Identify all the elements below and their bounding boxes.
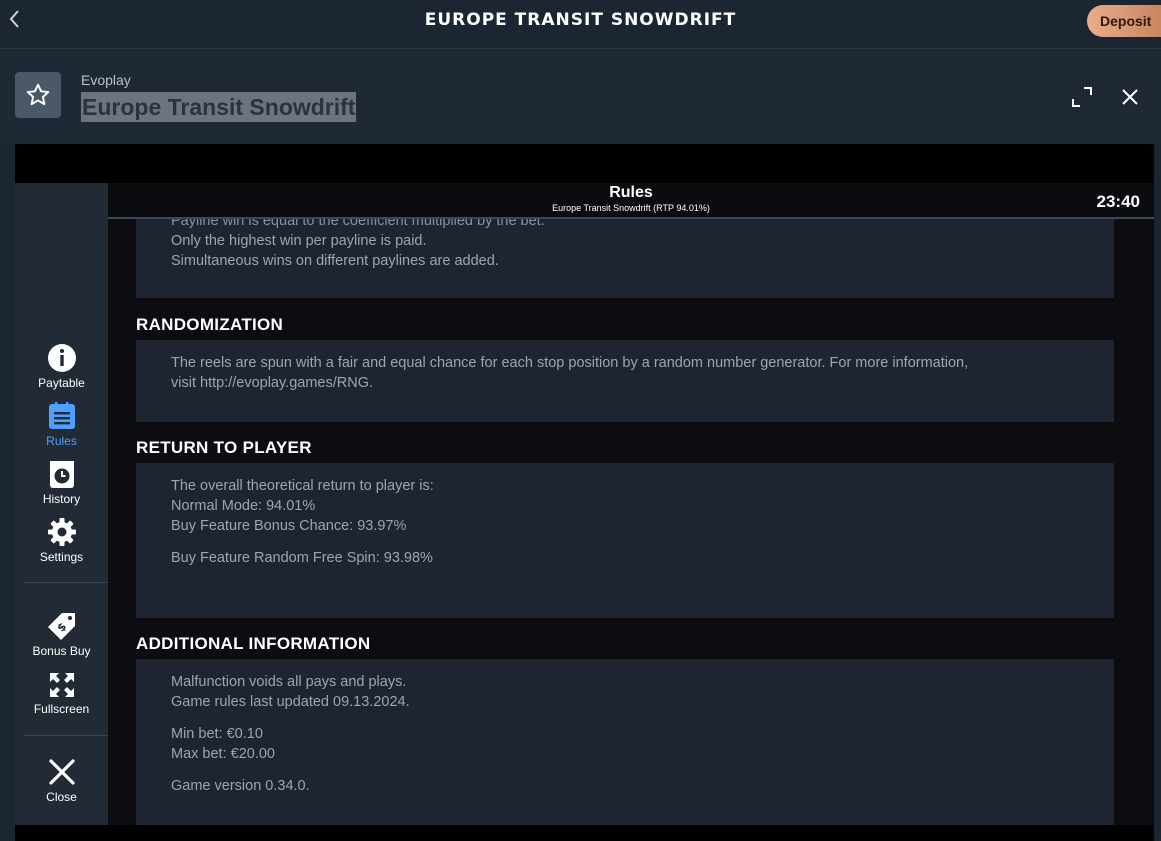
expand-icon: [1072, 87, 1092, 107]
history-icon: [49, 461, 74, 488]
rules-subtitle: Europe Transit Snowdrift (RTP 94.01%): [552, 203, 710, 213]
sidebar-item-paytable[interactable]: Paytable: [15, 343, 108, 390]
game-header: Evoplay Europe Transit Snowdrift: [0, 49, 1161, 144]
sidebar-divider: [23, 582, 108, 583]
sidebar-item-close[interactable]: Close: [15, 757, 108, 804]
sidebar-item-label: Fullscreen: [33, 702, 90, 716]
sidebar-item-label: Bonus Buy: [32, 644, 91, 658]
clock: 23:40: [1096, 192, 1140, 211]
sidebar-item-fullscreen[interactable]: Fullscreen: [15, 671, 108, 716]
rule-line: Game rules last updated 09.13.2024.: [171, 694, 410, 710]
expand-button[interactable]: [1070, 85, 1094, 109]
sidebar-item-label: Close: [46, 790, 77, 804]
sidebar-item-rules[interactable]: Rules: [15, 401, 108, 448]
rule-line: Buy Feature Random Free Spin: 93.98%: [171, 550, 433, 566]
rules-content[interactable]: Payline win is equal to the coefficient …: [108, 219, 1154, 825]
sidebar-divider: [23, 735, 108, 736]
close-game-button[interactable]: [1118, 85, 1142, 109]
game-name: Europe Transit Snowdrift: [81, 92, 357, 122]
additional-box: Malfunction voids all pays and plays. Ga…: [136, 659, 1114, 825]
rule-line: The reels are spun with a fair and equal…: [171, 355, 969, 371]
sidebar-item-label: History: [42, 492, 81, 506]
favorite-button[interactable]: [15, 72, 61, 118]
sidebar-item-settings[interactable]: Settings: [15, 517, 108, 564]
rule-line: Payline win is equal to the coefficient …: [171, 219, 545, 229]
game-provider: Evoplay: [81, 72, 131, 88]
rule-line: Simultaneous wins on different paylines …: [171, 253, 499, 269]
rule-line: Normal Mode: 94.01%: [171, 498, 316, 514]
sidebar-item-label: Settings: [39, 550, 84, 564]
info-icon: [47, 344, 76, 372]
sidebar-item-bonus-buy[interactable]: $ Bonus Buy: [15, 611, 108, 658]
rules-header: Rules Europe Transit Snowdrift (RTP 94.0…: [108, 183, 1154, 219]
rule-line: The overall theoretical return to player…: [171, 478, 434, 494]
sidebar-item-label: Paytable: [38, 376, 85, 390]
sidebar-item-history[interactable]: History: [15, 459, 108, 506]
rule-line: visit http://evoplay.games/RNG.: [171, 375, 374, 391]
game-sidebar: Paytable Rules History Settings $ Bonus …: [15, 183, 108, 825]
section-heading-additional: ADDITIONAL INFORMATION: [136, 634, 371, 653]
rule-line: Malfunction voids all pays and plays.: [171, 674, 407, 690]
paylines-box: Payline win is equal to the coefficient …: [136, 219, 1114, 298]
section-heading-rtp: RETURN TO PLAYER: [136, 438, 312, 457]
game-frame: Paytable Rules History Settings $ Bonus …: [15, 144, 1154, 841]
rule-line: Only the highest win per payline is paid…: [171, 233, 427, 249]
rule-line: Buy Feature Bonus Chance: 93.97%: [171, 518, 407, 534]
rule-line: Min bet: €0.10: [171, 726, 263, 742]
rule-line: Game version 0.34.0.: [171, 778, 310, 794]
price-tag-icon: $: [47, 613, 75, 640]
gear-icon: [47, 518, 76, 546]
rule-line: Max bet: €20.00: [171, 746, 275, 762]
fullscreen-icon: [49, 673, 74, 697]
rtp-box: The overall theoretical return to player…: [136, 463, 1114, 618]
rules-document-icon: [48, 402, 75, 429]
sidebar-item-label: Rules: [46, 434, 77, 448]
section-heading-randomization: RANDOMIZATION: [136, 315, 284, 334]
close-icon: [1122, 89, 1138, 105]
top-bar: EUROPE TRANSIT SNOWDRIFT Deposit: [0, 0, 1161, 49]
randomization-box: The reels are spun with a fair and equal…: [136, 340, 1114, 422]
close-icon: [48, 759, 75, 785]
rules-title: Rules: [609, 184, 653, 201]
deposit-button[interactable]: Deposit: [1087, 5, 1161, 37]
star-icon: [26, 83, 50, 106]
page-title: EUROPE TRANSIT SNOWDRIFT: [424, 10, 737, 30]
